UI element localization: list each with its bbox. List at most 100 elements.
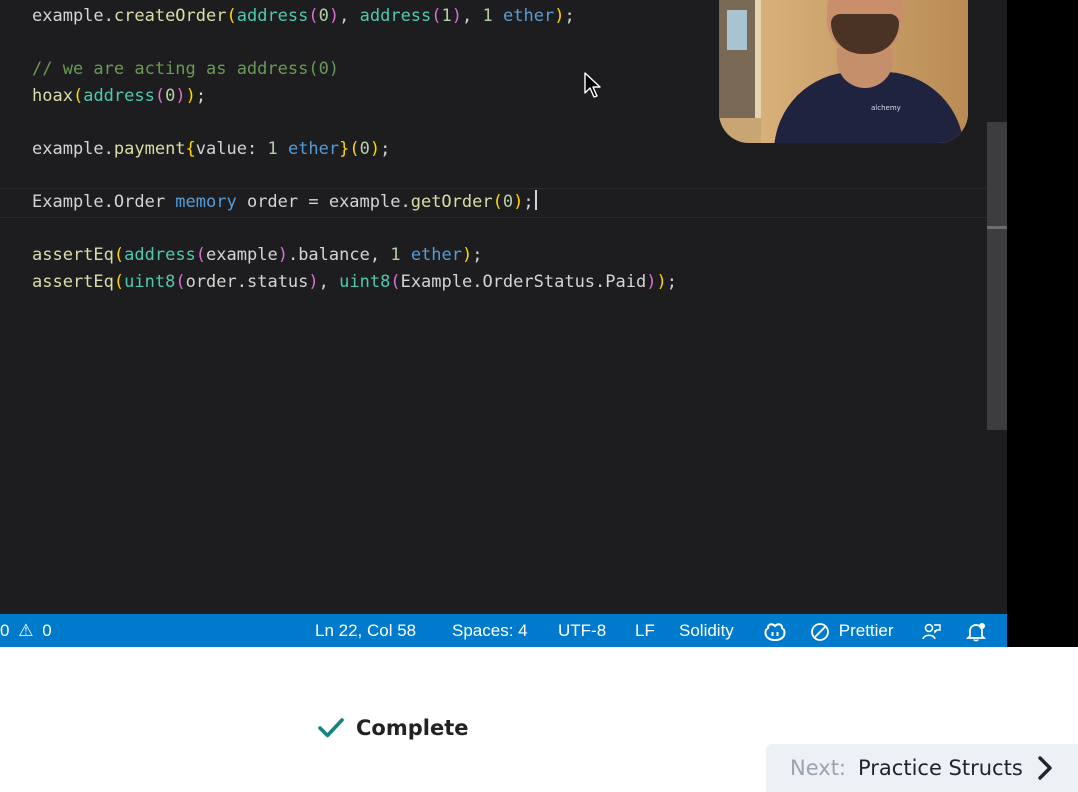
code-token: 1 — [390, 245, 401, 266]
code-line[interactable]: example.payment{value: 1 ether}(0); — [32, 136, 390, 162]
code-token: ( — [175, 272, 186, 292]
code-token: ) — [554, 6, 565, 26]
code-token: example — [206, 245, 278, 266]
code-token: ) — [369, 139, 381, 159]
code-token: ) — [646, 272, 657, 292]
code-token: payment — [113, 139, 186, 159]
code-token: ) — [513, 192, 524, 213]
code-token: ether — [287, 139, 340, 159]
code-token: uint8 — [124, 272, 176, 292]
next-prefix: Next: — [790, 756, 846, 780]
notifications-button[interactable] — [966, 614, 986, 647]
code-token: 0 — [359, 139, 370, 159]
editor-scrollbar-thumb[interactable] — [987, 122, 1007, 430]
code-token: ether — [410, 245, 462, 266]
code-token: , — [462, 6, 483, 26]
copilot-icon — [764, 622, 786, 641]
code-token: 1 — [267, 139, 278, 159]
code-line[interactable]: assertEq(address(example).balance, 1 eth… — [32, 242, 483, 268]
code-token: ( — [113, 272, 125, 292]
next-lesson-button[interactable]: Next: Practice Structs — [766, 744, 1078, 792]
warning-icon: ⚠ — [18, 621, 34, 640]
code-token: ( — [390, 272, 401, 292]
mark-complete-button[interactable]: Complete — [318, 713, 468, 743]
code-token: order.status — [185, 272, 309, 292]
code-line[interactable]: assertEq(uint8(order.status), uint8(Exam… — [32, 269, 677, 295]
code-token: ) — [451, 6, 463, 26]
code-token: ; — [666, 272, 677, 292]
code-token: ether — [503, 6, 555, 26]
code-token: , — [318, 272, 340, 292]
code-token: ( — [431, 6, 442, 26]
lesson-video[interactable]: example.createOrder(address(0), address(… — [0, 0, 1078, 647]
code-token: 0 — [318, 6, 329, 26]
code-token: example. — [32, 6, 114, 26]
file-encoding[interactable]: UTF-8 — [558, 614, 606, 647]
code-token: ) — [277, 245, 288, 266]
code-token: 1 — [441, 6, 452, 26]
code-token: ; — [523, 192, 534, 213]
scrollbar-cursor-marker — [987, 226, 1007, 229]
code-line[interactable]: hoax(address(0)); — [32, 83, 206, 109]
editor-status-bar: 0 ⚠ 0 Ln 22, Col 58 Spaces: 4 UTF-8 LF S… — [0, 614, 1007, 647]
code-token: value: — [195, 139, 268, 159]
code-token: address — [124, 245, 196, 266]
next-lesson-title: Practice Structs — [858, 756, 1023, 780]
code-token: ( — [226, 6, 237, 26]
code-token: assertEq — [32, 272, 114, 292]
mouse-pointer-icon — [584, 72, 601, 98]
feedback-icon — [922, 623, 941, 639]
copilot-button[interactable] — [764, 614, 786, 647]
code-token: ; — [472, 245, 483, 266]
code-token: } — [339, 139, 350, 159]
code-token: getOrder — [410, 192, 493, 213]
code-token: .balance, — [287, 245, 391, 266]
text-caret — [534, 190, 537, 211]
code-line[interactable]: Example.Order memory order = example.get… — [32, 189, 537, 215]
code-token: Example.Order — [32, 192, 176, 213]
code-token: ) — [462, 245, 473, 266]
code-token: address — [359, 6, 432, 26]
code-token: order = example. — [236, 192, 411, 213]
problems-indicator[interactable]: 0 ⚠ 0 — [0, 614, 52, 647]
code-token: createOrder — [113, 6, 227, 26]
complete-label: Complete — [356, 716, 469, 740]
code-token: uint8 — [339, 272, 391, 292]
code-token: ; — [195, 85, 207, 106]
code-token: { — [185, 139, 196, 159]
code-token: , — [339, 6, 360, 26]
code-token: ( — [308, 6, 319, 26]
code-token: 0 — [165, 85, 176, 106]
language-mode[interactable]: Solidity — [679, 614, 734, 647]
code-line[interactable]: example.createOrder(address(0), address(… — [32, 3, 575, 29]
presenter-webcam: alchemy — [719, 0, 968, 143]
code-token: address — [83, 85, 155, 106]
shirt-logo: alchemy — [871, 104, 901, 112]
code-token: ( — [492, 192, 503, 213]
code-line[interactable]: // we are acting as address(0) — [32, 56, 339, 82]
end-of-line[interactable]: LF — [635, 614, 655, 647]
errors-count: 0 — [0, 621, 10, 640]
warnings-count: 0 — [42, 621, 52, 640]
code-token: ; — [564, 6, 575, 26]
code-token: ) — [185, 85, 196, 106]
code-token: ( — [195, 245, 207, 266]
code-token: // we are acting as address(0) — [32, 59, 340, 80]
indentation-setting[interactable]: Spaces: 4 — [452, 614, 528, 647]
code-token: ; — [380, 139, 391, 159]
feedback-button[interactable] — [921, 614, 941, 647]
code-token: hoax — [32, 85, 73, 106]
code-token: ( — [72, 85, 84, 106]
code-token: ( — [349, 139, 360, 159]
code-token: ( — [113, 245, 125, 266]
code-token: assertEq — [32, 245, 114, 266]
cursor-position[interactable]: Ln 22, Col 58 — [315, 614, 416, 647]
prettier-button[interactable]: Prettier — [810, 614, 894, 647]
chevron-right-icon — [1038, 756, 1052, 780]
code-token: ) — [175, 85, 186, 106]
code-token: ( — [154, 85, 166, 106]
prohibited-icon — [811, 622, 829, 641]
